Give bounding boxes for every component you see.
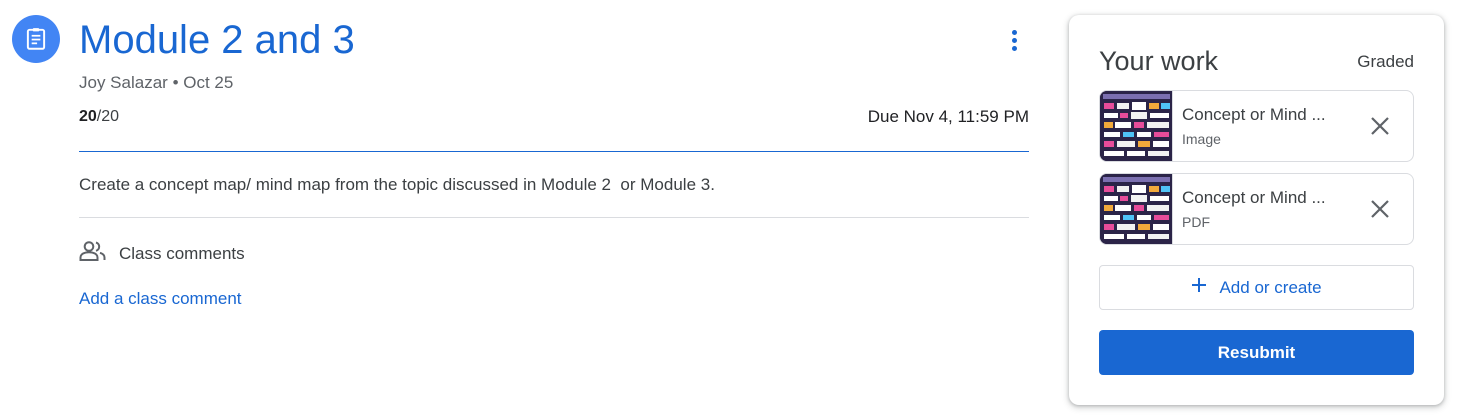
- resubmit-button[interactable]: Resubmit: [1099, 330, 1414, 375]
- page-title: Module 2 and 3: [79, 18, 355, 62]
- attachment-thumbnail: [1100, 174, 1173, 244]
- status-badge: Graded: [1357, 52, 1414, 71]
- attachment-item[interactable]: Concept or Mind ... PDF: [1099, 173, 1414, 245]
- header-divider: [79, 151, 1029, 152]
- points-earned: 20: [79, 108, 97, 125]
- instructions: Create a concept map/ mind map from the …: [79, 175, 715, 194]
- add-or-create-label: Add or create: [1219, 277, 1322, 297]
- section-divider: [79, 217, 1029, 218]
- attachment-name: Concept or Mind ...: [1182, 188, 1326, 207]
- points-total: /20: [96, 108, 120, 125]
- attachment-name: Concept or Mind ...: [1182, 105, 1326, 124]
- meta-separator: •: [172, 73, 179, 92]
- people-icon: [79, 240, 107, 267]
- class-comments-label: Class comments: [119, 243, 245, 263]
- author-name: Joy Salazar: [79, 73, 168, 92]
- class-comments-header: Class comments: [79, 240, 245, 267]
- assignment-meta: Joy Salazar • Oct 25: [79, 73, 233, 93]
- close-icon[interactable]: [1369, 198, 1391, 220]
- your-work-panel: Your work Graded Concept or Mind ... Ima…: [1069, 15, 1444, 405]
- attachment-type: PDF: [1182, 214, 1210, 230]
- add-class-comment-link[interactable]: Add a class comment: [79, 289, 242, 309]
- posted-date: Oct 25: [183, 73, 234, 92]
- attachment-thumbnail: [1100, 91, 1173, 161]
- points: 20/20: [79, 108, 119, 126]
- add-or-create-button[interactable]: Add or create: [1099, 265, 1414, 310]
- attachment-type: Image: [1182, 131, 1221, 147]
- more-vert-icon[interactable]: [1000, 25, 1028, 55]
- your-work-title: Your work: [1099, 46, 1219, 76]
- plus-icon: [1191, 277, 1207, 298]
- due-date: Due Nov 4, 11:59 PM: [867, 107, 1029, 126]
- close-icon[interactable]: [1369, 115, 1391, 137]
- assignment-icon: [12, 15, 60, 63]
- attachment-item[interactable]: Concept or Mind ... Image: [1099, 90, 1414, 162]
